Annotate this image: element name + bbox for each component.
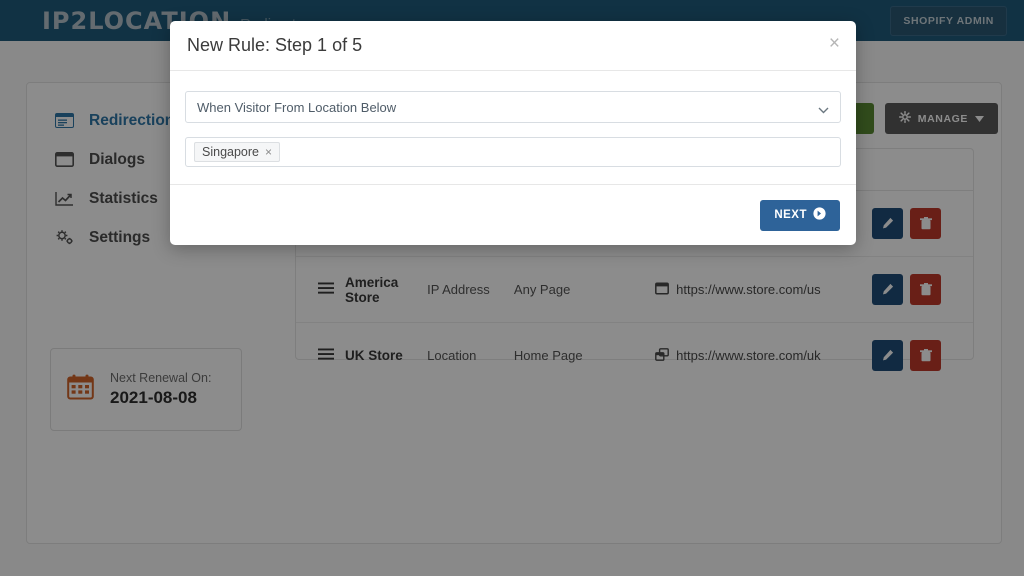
chevron-down-icon — [818, 102, 829, 117]
modal-body: When Visitor From Location Below Singapo… — [170, 71, 856, 184]
modal-header: New Rule: Step 1 of 5 × — [170, 21, 856, 71]
next-button-label: NEXT — [774, 209, 807, 221]
location-tag-label: Singapore — [202, 145, 259, 159]
close-icon[interactable]: × — [829, 34, 840, 53]
locations-tag-input[interactable]: Singapore × — [185, 137, 841, 167]
app-root: IP2LOCATION Redirector SHOPIFY ADMIN — [0, 0, 1024, 576]
location-tag: Singapore × — [194, 142, 281, 162]
modal-footer: NEXT — [170, 184, 856, 245]
condition-select-value: When Visitor From Location Below — [197, 99, 397, 115]
next-button[interactable]: NEXT — [760, 199, 840, 231]
arrow-circle-right-icon — [813, 207, 826, 223]
condition-select[interactable]: When Visitor From Location Below — [185, 91, 841, 123]
new-rule-modal: New Rule: Step 1 of 5 × When Visitor Fro… — [170, 21, 856, 245]
remove-tag-icon[interactable]: × — [265, 145, 272, 159]
modal-title: New Rule: Step 1 of 5 — [187, 35, 363, 55]
